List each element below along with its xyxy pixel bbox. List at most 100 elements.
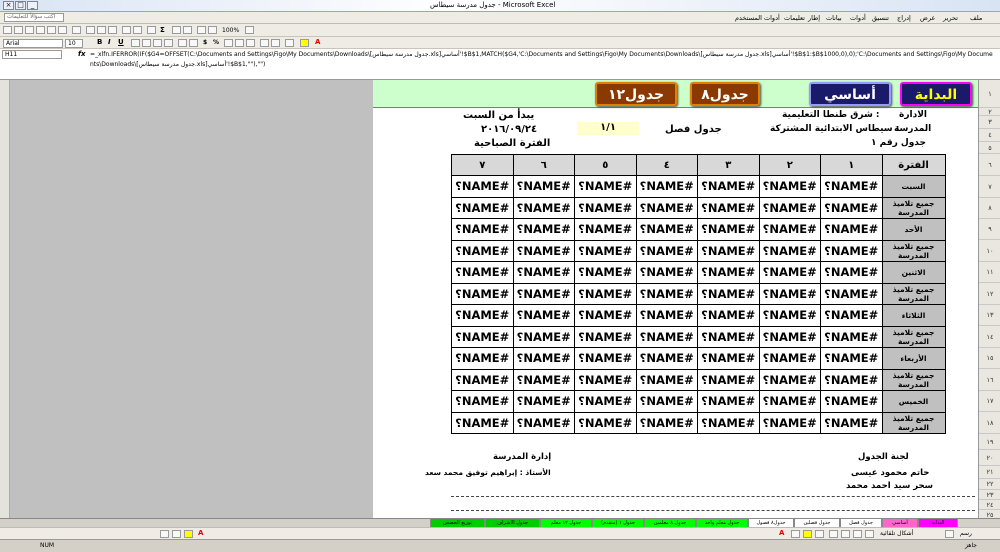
menu-view[interactable]: عرض xyxy=(920,14,935,22)
percent-icon[interactable]: % xyxy=(213,39,219,46)
row-header[interactable]: ٣ xyxy=(979,116,1000,129)
draw-menu[interactable]: رسم xyxy=(960,530,972,537)
schedule-cell[interactable]: #NAME؟ xyxy=(758,304,821,327)
row-header[interactable]: ١١ xyxy=(979,262,1000,283)
schedule-cell[interactable]: #NAME؟ xyxy=(697,175,760,198)
schedule-cell[interactable]: #NAME؟ xyxy=(635,261,698,284)
schedule-cell[interactable]: #NAME؟ xyxy=(451,304,514,327)
schedule-cell[interactable]: #NAME؟ xyxy=(574,325,637,348)
schedule-cell[interactable]: #NAME؟ xyxy=(820,282,883,305)
comma-style-icon[interactable] xyxy=(224,39,233,47)
font-color-draw-icon[interactable]: A xyxy=(779,529,784,537)
row-header[interactable]: ٢١ xyxy=(979,466,1000,479)
schedule-cell[interactable]: #NAME؟ xyxy=(512,390,575,413)
schedule-cell[interactable]: #NAME؟ xyxy=(697,196,760,219)
schedule-cell[interactable]: #NAME؟ xyxy=(512,347,575,370)
row-header[interactable]: ١٥ xyxy=(979,348,1000,369)
schedule-cell[interactable]: #NAME؟ xyxy=(635,196,698,219)
schedule-cell[interactable]: #NAME؟ xyxy=(512,239,575,262)
open-icon[interactable] xyxy=(14,26,23,34)
schedule-cell[interactable]: #NAME؟ xyxy=(697,390,760,413)
schedule-cell[interactable]: #NAME؟ xyxy=(697,282,760,305)
menu-user-tools[interactable]: أدوات المستخدم xyxy=(735,14,780,22)
schedule-cell[interactable]: #NAME؟ xyxy=(512,411,575,434)
underline-icon[interactable]: U xyxy=(118,38,124,46)
font-color-left-icon[interactable]: A xyxy=(198,529,203,537)
schedule-cell[interactable]: #NAME؟ xyxy=(697,368,760,391)
schedule-cell[interactable]: #NAME؟ xyxy=(451,347,514,370)
schedule-cell[interactable]: #NAME؟ xyxy=(574,304,637,327)
zoom-select[interactable]: 100% xyxy=(222,27,239,34)
align-left-icon[interactable] xyxy=(131,39,140,47)
schedule-cell[interactable]: #NAME؟ xyxy=(512,304,575,327)
sort-asc-icon[interactable] xyxy=(172,26,181,34)
schedule-cell[interactable]: #NAME؟ xyxy=(512,325,575,348)
schedule-cell[interactable]: #NAME؟ xyxy=(635,390,698,413)
row-header[interactable]: ١٢ xyxy=(979,283,1000,305)
row-header[interactable]: ٤ xyxy=(979,129,1000,142)
schedule-cell[interactable]: #NAME؟ xyxy=(820,175,883,198)
print-icon[interactable] xyxy=(47,26,56,34)
copy-icon[interactable] xyxy=(97,26,106,34)
schedule-cell[interactable]: #NAME؟ xyxy=(451,218,514,241)
day-label[interactable]: الأحد xyxy=(881,218,946,241)
minimize-icon[interactable]: _ xyxy=(27,1,38,10)
hyperlink-icon[interactable] xyxy=(147,26,156,34)
schedule-cell[interactable]: #NAME؟ xyxy=(635,282,698,305)
schedule-cell[interactable]: #NAME؟ xyxy=(574,239,637,262)
row-header[interactable]: ١٤ xyxy=(979,326,1000,348)
redo-icon[interactable] xyxy=(133,26,142,34)
italic-icon[interactable]: I xyxy=(108,38,111,46)
schedule-cell[interactable]: #NAME؟ xyxy=(635,347,698,370)
schedule-cell[interactable]: #NAME؟ xyxy=(635,218,698,241)
schedule-cell[interactable]: #NAME؟ xyxy=(635,239,698,262)
schedule-cell[interactable]: #NAME؟ xyxy=(574,175,637,198)
schedule-cell[interactable]: #NAME؟ xyxy=(451,411,514,434)
schedule-cell[interactable]: #NAME؟ xyxy=(697,411,760,434)
fill-left-icon[interactable] xyxy=(184,530,193,538)
row-header[interactable]: ٦ xyxy=(979,154,1000,176)
day-students[interactable]: جميع تلاميذ المدرسة xyxy=(881,239,946,262)
row-header[interactable]: ٨ xyxy=(979,198,1000,219)
fill-color-draw-icon[interactable] xyxy=(803,530,812,538)
menu-window[interactable]: إطار xyxy=(808,14,820,22)
day-students[interactable]: جميع تلاميذ المدرسة xyxy=(881,196,946,219)
menu-file[interactable]: ملف xyxy=(970,14,982,22)
font-select[interactable]: Arial xyxy=(3,39,63,48)
schedule-cell[interactable]: #NAME؟ xyxy=(697,347,760,370)
schedule-cell[interactable]: #NAME؟ xyxy=(758,175,821,198)
schedule-cell[interactable]: #NAME؟ xyxy=(512,282,575,305)
row-header[interactable]: ١٧ xyxy=(979,391,1000,412)
schedule-cell[interactable]: #NAME؟ xyxy=(635,325,698,348)
font-color-icon[interactable]: A xyxy=(315,38,320,46)
schedule-cell[interactable]: #NAME؟ xyxy=(758,218,821,241)
day-label[interactable]: الثلاثاء xyxy=(881,304,946,327)
row-header[interactable]: ١٠ xyxy=(979,240,1000,262)
new-icon[interactable] xyxy=(3,26,12,34)
help-search-input[interactable]: اكتب سؤالاً للتعليمات xyxy=(4,13,64,22)
vertical-scrollbar[interactable] xyxy=(0,80,10,518)
align-right-icon[interactable] xyxy=(153,39,162,47)
autosum-icon[interactable]: Σ xyxy=(160,26,165,34)
schedule-cell[interactable]: #NAME؟ xyxy=(574,196,637,219)
schedule-cell[interactable]: #NAME؟ xyxy=(820,196,883,219)
schedule-cell[interactable]: #NAME؟ xyxy=(451,196,514,219)
cut-icon[interactable] xyxy=(86,26,95,34)
day-label[interactable]: الخميس xyxy=(881,390,946,413)
paste-icon[interactable] xyxy=(108,26,117,34)
schedule-cell[interactable]: #NAME؟ xyxy=(758,282,821,305)
increase-decimal-icon[interactable] xyxy=(235,39,244,47)
day-label[interactable]: الأربعاء xyxy=(881,347,946,370)
schedule-cell[interactable]: #NAME؟ xyxy=(820,390,883,413)
line-color-icon[interactable] xyxy=(791,530,800,538)
schedule-cell[interactable]: #NAME؟ xyxy=(574,218,637,241)
schedule-cell[interactable]: #NAME؟ xyxy=(451,368,514,391)
row-header[interactable]: ٢٠ xyxy=(979,450,1000,466)
align-center-icon[interactable] xyxy=(142,39,151,47)
ltr-icon[interactable] xyxy=(178,39,187,47)
schedule-cell[interactable]: #NAME؟ xyxy=(512,368,575,391)
schedule-cell[interactable]: #NAME؟ xyxy=(574,282,637,305)
schedule-cell[interactable]: #NAME؟ xyxy=(451,239,514,262)
schedule-cell[interactable]: #NAME؟ xyxy=(758,325,821,348)
close-icon[interactable]: × xyxy=(3,1,14,10)
